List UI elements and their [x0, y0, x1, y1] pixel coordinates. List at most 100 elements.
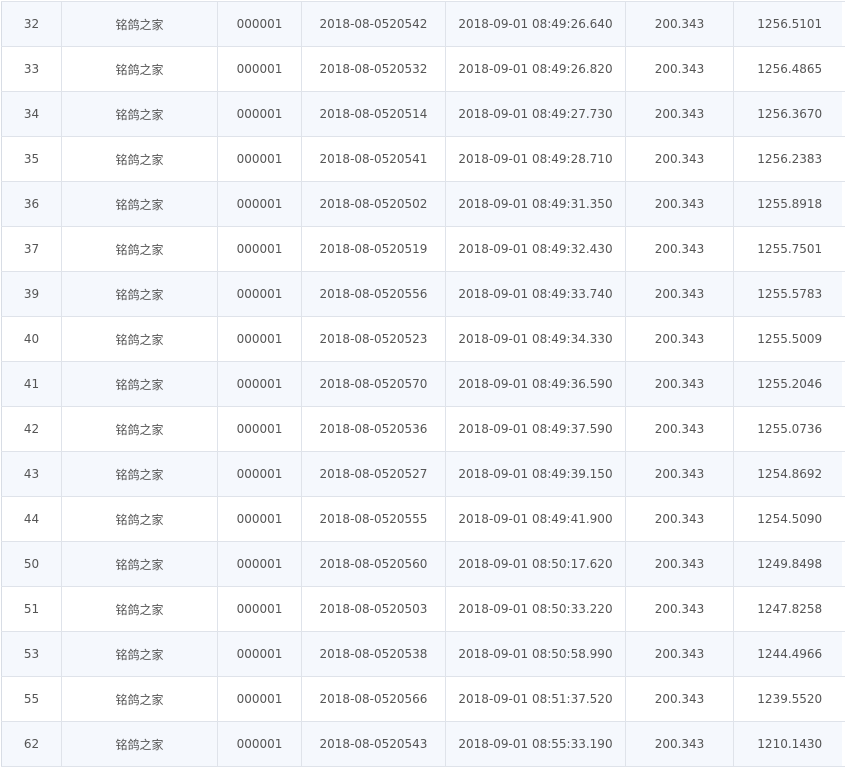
cell-ring-number: 2018-08-0520570	[301, 361, 446, 407]
cell-rank: 43	[1, 451, 62, 497]
cell-owner-number: 000001	[217, 721, 302, 767]
cell-loft-name: 铭鸽之家	[61, 361, 218, 407]
cell-rank: 55	[1, 676, 62, 722]
cell-arrival-time: 2018-09-01 08:49:33.740	[445, 271, 626, 317]
cell-speed: 1255.8918	[733, 181, 845, 227]
cell-speed: 1255.5009	[733, 316, 845, 362]
cell-speed: 1255.7501	[733, 226, 845, 272]
cell-arrival-time: 2018-09-01 08:50:58.990	[445, 631, 626, 677]
cell-distance: 200.343	[625, 316, 734, 362]
table-row: 33 铭鸽之家 000001 2018-08-0520532 2018-09-01 08…	[1, 46, 845, 92]
table-row: 36 铭鸽之家 000001 2018-08-0520502 2018-09-01 08…	[1, 181, 845, 227]
cell-arrival-time: 2018-09-01 08:49:34.330	[445, 316, 626, 362]
cell-arrival-time: 2018-09-01 08:49:26.820	[445, 46, 626, 92]
cell-owner-number: 000001	[217, 631, 302, 677]
cell-arrival-time: 2018-09-01 08:49:36.590	[445, 361, 626, 407]
cell-loft-name: 铭鸽之家	[61, 181, 218, 227]
cell-rank: 44	[1, 496, 62, 542]
cell-rank: 34	[1, 91, 62, 137]
table-row: 42 铭鸽之家 000001 2018-08-0520536 2018-09-01 08…	[1, 406, 845, 452]
cell-ring-number: 2018-08-0520556	[301, 271, 446, 317]
cell-arrival-time: 2018-09-01 08:49:27.730	[445, 91, 626, 137]
cell-rank: 33	[1, 46, 62, 92]
cell-speed: 1256.2383	[733, 136, 845, 182]
cell-ring-number: 2018-08-0520514	[301, 91, 446, 137]
cell-owner-number: 000001	[217, 676, 302, 722]
cell-distance: 200.343	[625, 1, 734, 47]
cell-owner-number: 000001	[217, 181, 302, 227]
table-row: 43 铭鸽之家 000001 2018-08-0520527 2018-09-01 08…	[1, 451, 845, 497]
cell-ring-number: 2018-08-0520536	[301, 406, 446, 452]
cell-ring-number: 2018-08-0520527	[301, 451, 446, 497]
cell-distance: 200.343	[625, 46, 734, 92]
cell-ring-number: 2018-08-0520555	[301, 496, 446, 542]
cell-ring-number: 2018-08-0520532	[301, 46, 446, 92]
cell-distance: 200.343	[625, 721, 734, 767]
cell-distance: 200.343	[625, 271, 734, 317]
cell-speed: 1244.4966	[733, 631, 845, 677]
cell-rank: 37	[1, 226, 62, 272]
cell-distance: 200.343	[625, 181, 734, 227]
cell-distance: 200.343	[625, 586, 734, 632]
cell-rank: 40	[1, 316, 62, 362]
table-row: 62 铭鸽之家 000001 2018-08-0520543 2018-09-01 08…	[1, 721, 845, 767]
cell-owner-number: 000001	[217, 91, 302, 137]
cell-arrival-time: 2018-09-01 08:49:41.900	[445, 496, 626, 542]
table-row: 40 铭鸽之家 000001 2018-08-0520523 2018-09-01 08…	[1, 316, 845, 362]
cell-distance: 200.343	[625, 496, 734, 542]
cell-rank: 35	[1, 136, 62, 182]
table-row: 32 铭鸽之家 000001 2018-08-0520542 2018-09-01 08…	[1, 1, 845, 47]
cell-speed: 1247.8258	[733, 586, 845, 632]
cell-loft-name: 铭鸽之家	[61, 451, 218, 497]
cell-distance: 200.343	[625, 541, 734, 587]
cell-owner-number: 000001	[217, 496, 302, 542]
cell-distance: 200.343	[625, 226, 734, 272]
cell-distance: 200.343	[625, 676, 734, 722]
cell-rank: 50	[1, 541, 62, 587]
cell-rank: 42	[1, 406, 62, 452]
cell-ring-number: 2018-08-0520566	[301, 676, 446, 722]
cell-speed: 1255.0736	[733, 406, 845, 452]
cell-arrival-time: 2018-09-01 08:49:37.590	[445, 406, 626, 452]
cell-rank: 36	[1, 181, 62, 227]
cell-arrival-time: 2018-09-01 08:50:33.220	[445, 586, 626, 632]
cell-owner-number: 000001	[217, 226, 302, 272]
cell-owner-number: 000001	[217, 361, 302, 407]
cell-ring-number: 2018-08-0520542	[301, 1, 446, 47]
cell-speed: 1254.8692	[733, 451, 845, 497]
table-row: 37 铭鸽之家 000001 2018-08-0520519 2018-09-01 08…	[1, 226, 845, 272]
cell-arrival-time: 2018-09-01 08:49:26.640	[445, 1, 626, 47]
cell-loft-name: 铭鸽之家	[61, 406, 218, 452]
table-row: 39 铭鸽之家 000001 2018-08-0520556 2018-09-01 08…	[1, 271, 845, 317]
cell-rank: 41	[1, 361, 62, 407]
results-table: 32 铭鸽之家 000001 2018-08-0520542 2018-09-01 08…	[1, 1, 845, 767]
cell-loft-name: 铭鸽之家	[61, 46, 218, 92]
cell-loft-name: 铭鸽之家	[61, 631, 218, 677]
table-row: 35 铭鸽之家 000001 2018-08-0520541 2018-09-01 08…	[1, 136, 845, 182]
cell-distance: 200.343	[625, 631, 734, 677]
cell-loft-name: 铭鸽之家	[61, 541, 218, 587]
cell-speed: 1256.4865	[733, 46, 845, 92]
cell-speed: 1239.5520	[733, 676, 845, 722]
cell-speed: 1255.5783	[733, 271, 845, 317]
table-row: 50 铭鸽之家 000001 2018-08-0520560 2018-09-01 08…	[1, 541, 845, 587]
cell-loft-name: 铭鸽之家	[61, 136, 218, 182]
cell-owner-number: 000001	[217, 316, 302, 362]
table-row: 41 铭鸽之家 000001 2018-08-0520570 2018-09-01 08…	[1, 361, 845, 407]
cell-ring-number: 2018-08-0520541	[301, 136, 446, 182]
cell-distance: 200.343	[625, 91, 734, 137]
cell-arrival-time: 2018-09-01 08:50:17.620	[445, 541, 626, 587]
table-row: 55 铭鸽之家 000001 2018-08-0520566 2018-09-01 08…	[1, 676, 845, 722]
cell-distance: 200.343	[625, 361, 734, 407]
cell-loft-name: 铭鸽之家	[61, 316, 218, 362]
cell-speed: 1249.8498	[733, 541, 845, 587]
cell-owner-number: 000001	[217, 541, 302, 587]
table-row: 53 铭鸽之家 000001 2018-08-0520538 2018-09-01 08…	[1, 631, 845, 677]
cell-loft-name: 铭鸽之家	[61, 586, 218, 632]
results-table-body: 32 铭鸽之家 000001 2018-08-0520542 2018-09-01 08…	[1, 1, 845, 767]
cell-distance: 200.343	[625, 406, 734, 452]
cell-ring-number: 2018-08-0520538	[301, 631, 446, 677]
cell-distance: 200.343	[625, 451, 734, 497]
cell-loft-name: 铭鸽之家	[61, 91, 218, 137]
cell-ring-number: 2018-08-0520560	[301, 541, 446, 587]
